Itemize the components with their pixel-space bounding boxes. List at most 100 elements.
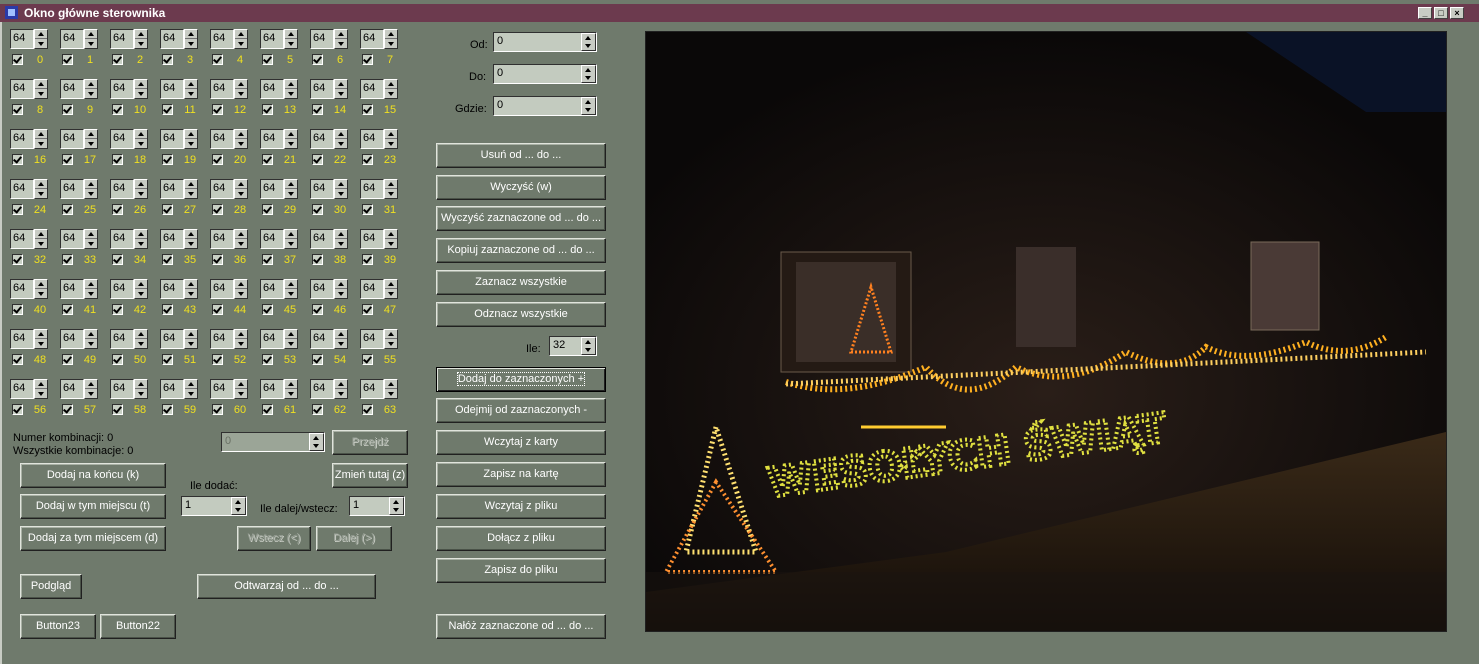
channel-spin-arrows[interactable] (334, 179, 348, 199)
channel-spin-arrows[interactable] (184, 79, 198, 99)
wczytaj-z-pliku-button[interactable]: Wczytaj z pliku (436, 494, 606, 519)
channel-value[interactable]: 64 (310, 79, 334, 99)
channel-value[interactable]: 64 (360, 29, 384, 49)
channel-value[interactable]: 64 (160, 29, 184, 49)
channel-checkbox[interactable] (312, 104, 323, 115)
channel-spinner[interactable]: 64 (60, 229, 98, 249)
channel-checkbox[interactable] (62, 304, 73, 315)
channel-spin-arrows[interactable] (134, 229, 148, 249)
channel-spin-arrows[interactable] (284, 129, 298, 149)
channel-spinner[interactable]: 64 (210, 229, 248, 249)
channel-value[interactable]: 64 (210, 129, 234, 149)
channel-spin-arrows[interactable] (134, 279, 148, 299)
channel-checkbox[interactable] (212, 354, 223, 365)
channel-spinner[interactable]: 64 (310, 179, 348, 199)
channel-spin-arrows[interactable] (334, 279, 348, 299)
channel-value[interactable]: 64 (10, 79, 34, 99)
channel-spinner[interactable]: 64 (360, 129, 398, 149)
channel-spinner[interactable]: 64 (210, 129, 248, 149)
wyczysc-zaznaczone-button[interactable]: Wyczyść zaznaczone od ... do ... (436, 206, 606, 231)
channel-value[interactable]: 64 (360, 279, 384, 299)
channel-spinner[interactable]: 64 (160, 29, 198, 49)
channel-spinner[interactable]: 64 (310, 279, 348, 299)
channel-spinner[interactable]: 64 (360, 79, 398, 99)
channel-spinner[interactable]: 64 (360, 229, 398, 249)
channel-spin-arrows[interactable] (384, 379, 398, 399)
channel-value[interactable]: 64 (160, 79, 184, 99)
dodaj-na-koncu-button[interactable]: Dodaj na końcu (k) (20, 463, 166, 488)
channel-spinner[interactable]: 64 (110, 79, 148, 99)
gdzie-spin-arrows[interactable] (581, 97, 596, 115)
channel-value[interactable]: 64 (160, 229, 184, 249)
channel-spinner[interactable]: 64 (10, 379, 48, 399)
channel-value[interactable]: 64 (110, 179, 134, 199)
channel-spin-arrows[interactable] (334, 79, 348, 99)
channel-spin-arrows[interactable] (34, 329, 48, 349)
channel-checkbox[interactable] (62, 354, 73, 365)
combo-number-spinner[interactable]: 0 (221, 432, 325, 452)
channel-value[interactable]: 64 (210, 279, 234, 299)
channel-spinner[interactable]: 64 (10, 129, 48, 149)
channel-spin-arrows[interactable] (34, 229, 48, 249)
zmien-tutaj-button[interactable]: Zmień tutaj (z) (332, 463, 408, 488)
channel-value[interactable]: 64 (360, 379, 384, 399)
channel-checkbox[interactable] (112, 204, 123, 215)
channel-value[interactable]: 64 (60, 129, 84, 149)
channel-spinner[interactable]: 64 (210, 179, 248, 199)
channel-checkbox[interactable] (262, 254, 273, 265)
channel-value[interactable]: 64 (310, 29, 334, 49)
channel-checkbox[interactable] (162, 404, 173, 415)
channel-spinner[interactable]: 64 (60, 179, 98, 199)
channel-checkbox[interactable] (62, 404, 73, 415)
channel-checkbox[interactable] (262, 354, 273, 365)
ile-dodac-spinner[interactable]: 1 (181, 496, 247, 516)
channel-spinner[interactable]: 64 (160, 179, 198, 199)
channel-checkbox[interactable] (362, 154, 373, 165)
channel-spin-arrows[interactable] (184, 129, 198, 149)
kopiuj-zaznaczone-button[interactable]: Kopiuj zaznaczone od ... do ... (436, 238, 606, 263)
channel-value[interactable]: 64 (210, 379, 234, 399)
channel-value[interactable]: 64 (310, 379, 334, 399)
channel-value[interactable]: 64 (10, 129, 34, 149)
channel-value[interactable]: 64 (310, 279, 334, 299)
channel-spin-arrows[interactable] (184, 29, 198, 49)
channel-checkbox[interactable] (262, 154, 273, 165)
dodaj-za-tym-miejscem-button[interactable]: Dodaj za tym miejscem (d) (20, 526, 166, 551)
channel-spin-arrows[interactable] (234, 129, 248, 149)
channel-spinner[interactable]: 64 (210, 279, 248, 299)
combo-spin-arrows[interactable] (309, 433, 324, 451)
button22[interactable]: Button22 (100, 614, 176, 639)
channel-checkbox[interactable] (62, 54, 73, 65)
channel-checkbox[interactable] (162, 54, 173, 65)
channel-checkbox[interactable] (362, 404, 373, 415)
channel-value[interactable]: 64 (210, 79, 234, 99)
channel-value[interactable]: 64 (210, 229, 234, 249)
channel-value[interactable]: 64 (110, 229, 134, 249)
channel-value[interactable]: 64 (160, 179, 184, 199)
channel-value[interactable]: 64 (110, 29, 134, 49)
channel-spin-arrows[interactable] (384, 179, 398, 199)
channel-spinner[interactable]: 64 (260, 79, 298, 99)
channel-value[interactable]: 64 (360, 329, 384, 349)
channel-spinner[interactable]: 64 (160, 379, 198, 399)
channel-spin-arrows[interactable] (234, 329, 248, 349)
channel-spin-arrows[interactable] (84, 179, 98, 199)
channel-value[interactable]: 64 (60, 79, 84, 99)
channel-spin-arrows[interactable] (284, 229, 298, 249)
do-spin-arrows[interactable] (581, 65, 596, 83)
odznacz-wszystkie-button[interactable]: Odznacz wszystkie (436, 302, 606, 327)
channel-spin-arrows[interactable] (384, 279, 398, 299)
channel-checkbox[interactable] (62, 104, 73, 115)
channel-spinner[interactable]: 64 (260, 129, 298, 149)
channel-value[interactable]: 64 (310, 229, 334, 249)
channel-checkbox[interactable] (12, 104, 23, 115)
channel-checkbox[interactable] (12, 304, 23, 315)
wyczysc-button[interactable]: Wyczyść (w) (436, 175, 606, 200)
channel-checkbox[interactable] (162, 254, 173, 265)
channel-spinner[interactable]: 64 (60, 329, 98, 349)
ile-dalej-spinner[interactable]: 1 (349, 496, 405, 516)
channel-spinner[interactable]: 64 (60, 279, 98, 299)
channel-spinner[interactable]: 64 (110, 179, 148, 199)
channel-spinner[interactable]: 64 (160, 229, 198, 249)
channel-value[interactable]: 64 (160, 329, 184, 349)
